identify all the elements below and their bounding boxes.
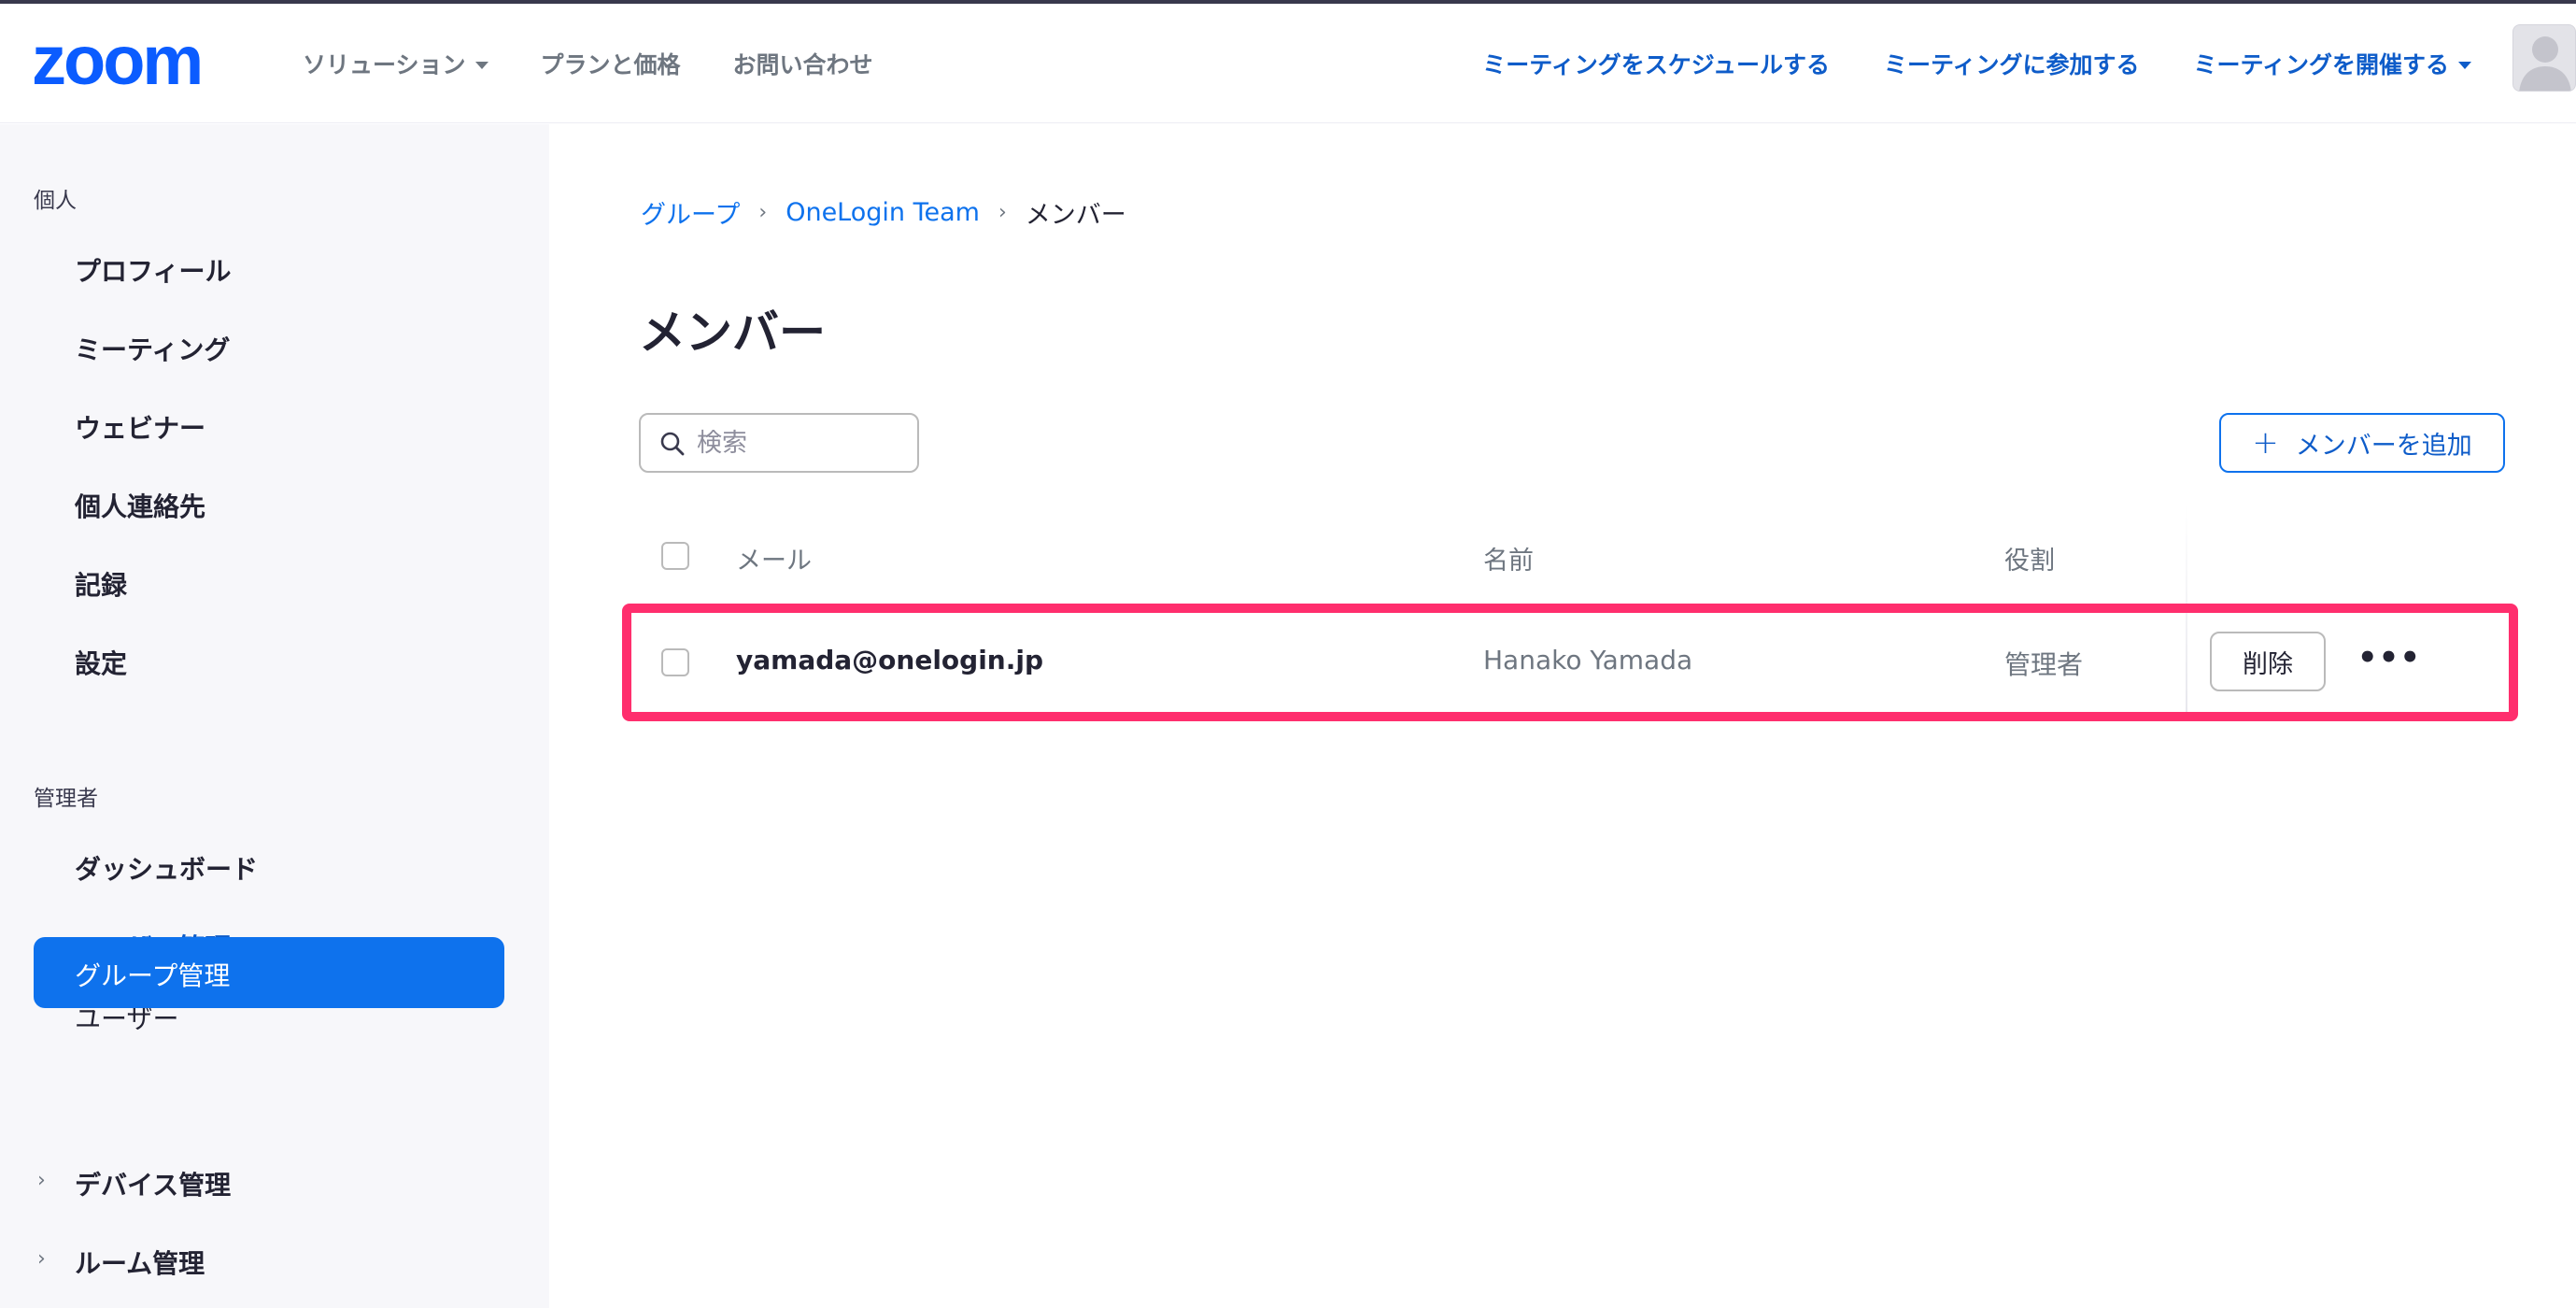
sidebar-item-room-management[interactable]: ルーム管理 [75,1244,205,1281]
chevron-right-icon: › [37,1169,46,1192]
chevron-down-icon [474,62,488,69]
page-title: メンバー [639,306,826,360]
sidebar-item-device-management[interactable]: デバイス管理 [75,1165,231,1202]
search-input[interactable] [697,424,902,462]
sidebar: 個人 プロフィール ミーティング ウェビナー 個人連絡先 記録 設定 管理者 ダ… [0,124,549,1308]
user-silhouette-icon [2519,36,2571,91]
chevron-right-icon: › [37,1247,46,1271]
column-header-name: 名前 [1483,547,1534,576]
zoom-logo[interactable]: zoom [32,32,243,92]
nav-join-meeting-label: ミーティングに参加する [1883,51,2140,78]
chevron-right-icon: › [998,201,1007,224]
highlight-annotation-box [622,604,2518,721]
chevron-down-icon [2458,62,2471,69]
breadcrumb-groups[interactable]: グループ [641,194,740,231]
breadcrumb-group-name[interactable]: OneLogin Team [786,198,980,227]
nav-plans-pricing-label: プランと価格 [540,51,681,78]
avatar[interactable] [2512,24,2576,92]
nav-contact[interactable]: お問い合わせ [733,47,873,80]
plus-icon: + [2252,424,2279,462]
breadcrumb-current: メンバー [1025,201,1126,230]
chevron-right-icon: › [758,201,768,224]
zoom-logo-text: zoom [32,32,201,92]
add-member-button[interactable]: + メンバーを追加 [2219,413,2505,473]
column-header-role: 役割 [2004,547,2055,576]
search-icon [660,432,685,456]
table-header: メール 名前 役割 [639,508,2507,602]
nav-host-meeting[interactable]: ミーティングを開催する [2193,47,2471,80]
sidebar-item-profile[interactable]: プロフィール [75,251,231,289]
nav-solutions[interactable]: ソリューション [303,47,488,80]
sidebar-item-group-management[interactable]: グループ管理 [34,937,504,1008]
nav-contact-label: お問い合わせ [732,51,873,78]
sidebar-item-settings[interactable]: 設定 [75,644,127,681]
search-box[interactable] [639,413,919,473]
nav-solutions-label: ソリューション [303,51,466,78]
sidebar-item-dashboard[interactable]: ダッシュボード [75,849,258,887]
sidebar-section-personal: 個人 [34,189,77,213]
sidebar-item-contacts[interactable]: 個人連絡先 [75,487,205,524]
header-nav-right: ミーティングをスケジュールする ミーティングに参加する ミーティングを開催する [1428,4,2471,123]
nav-schedule-meeting-label: ミーティングをスケジュールする [1482,51,1830,78]
sidebar-section-admin: 管理者 [34,787,98,811]
sidebar-item-recordings[interactable]: 記録 [75,565,127,603]
sidebar-item-webinars[interactable]: ウェビナー [75,408,205,446]
nav-schedule-meeting[interactable]: ミーティングをスケジュールする [1482,47,1830,80]
nav-join-meeting[interactable]: ミーティングに参加する [1884,47,2140,80]
nav-plans-pricing[interactable]: プランと価格 [541,47,681,80]
select-all-checkbox[interactable] [661,542,689,570]
sidebar-item-group-management-label: グループ管理 [75,960,231,991]
sidebar-item-meetings[interactable]: ミーティング [75,330,230,367]
header-nav-left: ソリューション プランと価格 お問い合わせ [303,4,926,123]
breadcrumb: グループ › OneLogin Team › メンバー [641,194,1126,231]
nav-host-meeting-label: ミーティングを開催する [2193,51,2449,78]
add-member-label: メンバーを追加 [2295,431,2472,461]
top-header: zoom ソリューション プランと価格 お問い合わせ ミーティングをスケジュール… [0,4,2576,123]
column-header-email: メール [736,547,812,576]
